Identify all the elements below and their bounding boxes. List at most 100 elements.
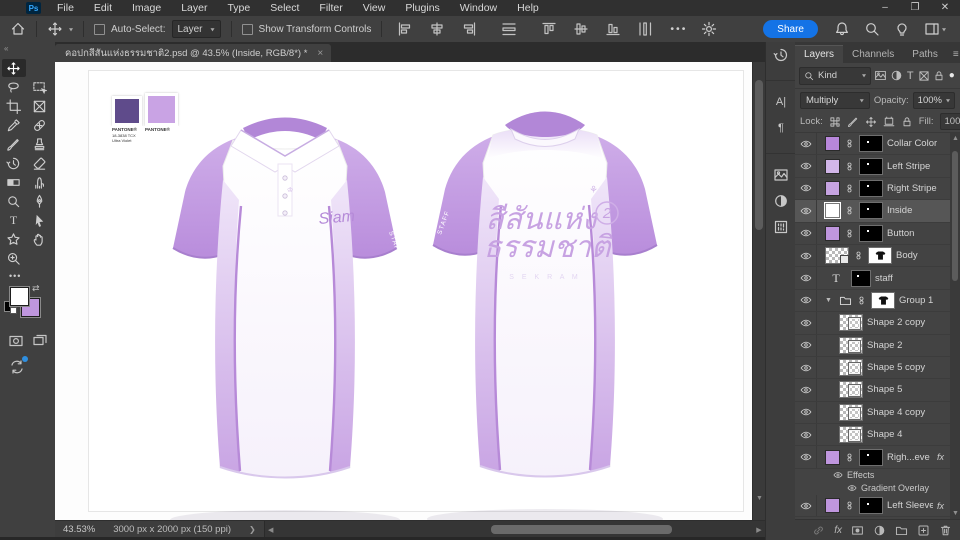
notifications-bell-icon[interactable] <box>834 21 850 37</box>
scrollbar-track[interactable] <box>277 525 753 534</box>
smudge-tool[interactable] <box>28 173 52 191</box>
swap-colors-icon[interactable]: ⇄ <box>32 283 40 294</box>
menu-item-type[interactable]: Type <box>217 2 260 14</box>
clone-stamp-tool[interactable] <box>28 135 52 153</box>
blend-mode-dropdown[interactable]: Multiply ▾ <box>800 91 870 109</box>
tab-close-icon[interactable]: × <box>317 48 323 59</box>
mask-link-icon[interactable] <box>844 138 855 149</box>
layer-row-body[interactable]: Body <box>795 244 960 268</box>
opacity-field[interactable]: 100% ▾ <box>912 91 955 109</box>
canvas-area[interactable]: PANTONE® 18-3838 TCX Ultra Violet PANTON… <box>55 62 752 520</box>
layer-name[interactable]: Left Sleeve <box>887 500 933 511</box>
hand-tool[interactable] <box>28 230 52 248</box>
group-expand-chevron-icon[interactable]: ▼ <box>825 297 835 304</box>
layers-scrollbar[interactable]: ▲ ▼ <box>950 133 960 519</box>
mask-link-icon[interactable] <box>856 295 867 306</box>
effect-visibility-eye-icon[interactable] <box>833 470 843 480</box>
scroll-right-icon[interactable]: ▶ <box>753 526 765 534</box>
properties-panel-icon[interactable] <box>766 214 796 240</box>
mask-link-icon[interactable] <box>844 205 855 216</box>
layer-visibility-eye-icon[interactable] <box>795 446 817 468</box>
effect-visibility-eye-icon[interactable] <box>847 483 857 493</box>
distribute-vertical-icon[interactable] <box>632 21 658 37</box>
frame-tool[interactable] <box>28 97 52 115</box>
layer-thumbnail[interactable] <box>825 247 849 265</box>
layer-row-shape-4[interactable]: Shape 4 <box>795 424 960 447</box>
layer-row-shape-4-copy[interactable]: Shape 4 copy <box>795 401 960 425</box>
shape-layer-thumbnail[interactable] <box>839 314 863 332</box>
layer-color-swatch[interactable] <box>824 202 841 220</box>
layer-visibility-eye-icon[interactable] <box>795 244 817 267</box>
shape-layer-thumbnail[interactable] <box>839 426 863 444</box>
pen-tool[interactable] <box>28 192 52 210</box>
layer-visibility-eye-icon[interactable] <box>795 424 817 446</box>
menu-item-filter[interactable]: Filter <box>309 2 352 14</box>
libraries-panel-icon[interactable] <box>766 162 796 188</box>
layer-visibility-eye-icon[interactable] <box>795 177 817 200</box>
layer-row-left-sleeve[interactable]: Left Sleevefx▲ <box>795 494 960 518</box>
quick-mask-icon[interactable] <box>8 333 24 349</box>
menu-item-file[interactable]: File <box>47 2 84 14</box>
layer-row-group-1[interactable]: ▼ Group 1 <box>795 289 960 313</box>
layer-mask-thumbnail[interactable] <box>851 269 871 287</box>
share-button[interactable]: Share <box>763 20 818 38</box>
layer-fx-badge[interactable]: fx <box>937 452 946 462</box>
scroll-left-icon[interactable]: ◀ <box>265 526 277 534</box>
group-mask-thumbnail[interactable] <box>871 291 895 309</box>
layer-row-shape-5-copy[interactable]: Shape 5 copy <box>795 356 960 380</box>
layer-row-righ-eve[interactable]: Righ...evefx▲ <box>795 446 960 469</box>
menu-item-help[interactable]: Help <box>507 2 549 14</box>
tab-layers[interactable]: Layers <box>795 45 844 63</box>
align-top-icon[interactable] <box>536 21 562 37</box>
canvas-vertical-scrollbar[interactable]: ▼ <box>752 62 766 520</box>
shape-layer-thumbnail[interactable] <box>839 403 863 421</box>
layer-name[interactable]: Shape 2 <box>867 340 960 351</box>
filter-smart-objects-icon[interactable] <box>933 70 945 82</box>
move-tool-icon[interactable] <box>47 21 63 37</box>
menu-item-image[interactable]: Image <box>122 2 171 14</box>
path-selection-tool[interactable] <box>28 211 52 229</box>
layer-fx-badge[interactable]: fx <box>937 501 946 511</box>
layer-name[interactable]: Righ...eve <box>887 452 933 463</box>
layer-visibility-eye-icon[interactable] <box>795 312 817 334</box>
layer-visibility-eye-icon[interactable] <box>795 356 817 379</box>
layer-visibility-eye-icon[interactable] <box>795 222 817 244</box>
adjustments-panel-icon[interactable] <box>766 188 796 214</box>
eyedropper-tool[interactable] <box>2 116 26 134</box>
layer-visibility-eye-icon[interactable] <box>795 155 817 177</box>
brush-tool[interactable] <box>2 135 26 153</box>
object-selection-tool[interactable] <box>28 78 52 96</box>
document-tab[interactable]: คอปกสีสันแห่งธรรมชาติ2.psd @ 43.5% (Insi… <box>55 44 332 62</box>
layer-mask-thumbnail[interactable] <box>859 157 883 175</box>
layer-name[interactable]: Shape 4 copy <box>867 407 960 418</box>
layer-mask-thumbnail[interactable] <box>859 202 883 220</box>
shape-layer-thumbnail[interactable] <box>839 336 863 354</box>
filter-kind-dropdown[interactable]: Kind ▾ <box>799 66 871 85</box>
layer-color-swatch[interactable] <box>825 225 840 241</box>
panel-menu-icon[interactable]: ≡ <box>947 49 960 63</box>
edit-toolbar-icon[interactable]: ••• <box>0 267 55 283</box>
align-center-horizontal-icon[interactable] <box>424 21 450 37</box>
collapse-toolbar-icon[interactable]: « <box>0 42 55 55</box>
layer-mask-thumbnail[interactable] <box>859 179 883 197</box>
filter-shape-layers-icon[interactable] <box>918 70 930 82</box>
layer-row-button[interactable]: Button <box>795 222 960 245</box>
search-icon[interactable] <box>864 21 880 37</box>
align-left-icon[interactable] <box>392 21 418 37</box>
layer-visibility-eye-icon[interactable] <box>795 200 817 222</box>
lock-artboard-icon[interactable] <box>883 116 895 128</box>
layer-color-swatch[interactable] <box>825 158 840 174</box>
cloud-sync-icon[interactable] <box>9 356 28 378</box>
scroll-up-icon[interactable]: ▲ <box>952 135 959 142</box>
layer-mask-thumbnail[interactable] <box>859 135 883 153</box>
layer-style-icon[interactable]: fx <box>834 525 842 536</box>
menu-item-layer[interactable]: Layer <box>171 2 217 14</box>
distribute-horizontal-icon[interactable] <box>496 21 522 37</box>
chevron-down-icon[interactable]: ▾ <box>69 25 73 32</box>
layer-visibility-eye-icon[interactable] <box>795 289 817 312</box>
layer-mask-thumbnail[interactable] <box>859 448 883 466</box>
filter-type-layers-icon[interactable]: T <box>906 70 915 82</box>
mask-link-icon[interactable] <box>844 500 855 511</box>
show-transform-checkbox[interactable] <box>241 23 253 35</box>
layer-row-inside[interactable]: Inside <box>795 200 960 223</box>
